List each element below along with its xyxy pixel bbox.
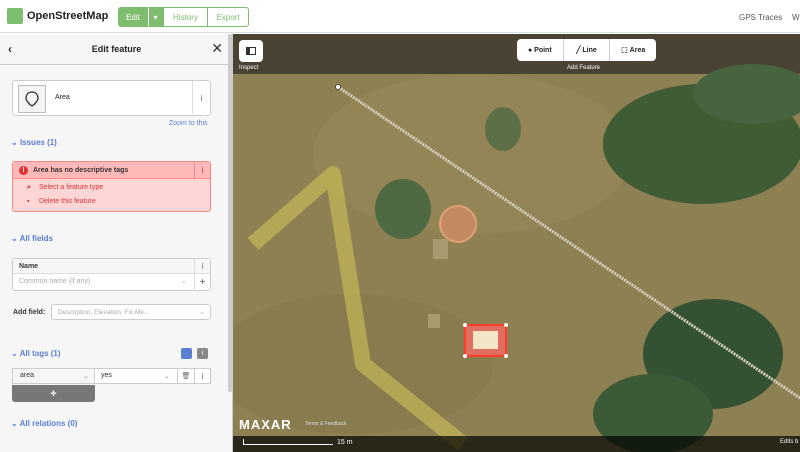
mode-line-label: Line xyxy=(582,46,597,54)
fix-select-label: Select a feature type xyxy=(38,184,104,191)
wiki-link[interactable]: W xyxy=(792,13,800,22)
tag-key-value: area xyxy=(20,372,35,379)
trash-icon: ▪ xyxy=(27,198,30,205)
fix-delete-feature[interactable]: ▪ Delete this feature xyxy=(27,198,96,205)
chevron-down-icon: ⌄ xyxy=(83,373,89,380)
text-view-icon[interactable]: i xyxy=(197,348,208,359)
map-view[interactable]: Inspect ● Point ╱ Line ⬚ Area Add Featur… xyxy=(233,34,800,452)
osm-logo-icon[interactable] xyxy=(7,8,23,24)
name-field: Name i Common name (if any) ⌄ + xyxy=(12,258,211,291)
add-feature-label: Add Feature xyxy=(567,65,601,71)
fix-select-feature-type[interactable]: ⌕ Select a feature type xyxy=(27,184,103,192)
add-tag-button[interactable]: + xyxy=(12,385,95,402)
chevron-down-icon: ⌄ xyxy=(11,138,18,147)
site-title[interactable]: OpenStreetMap xyxy=(27,10,108,22)
add-feature-toolbar: ● Point ╱ Line ⬚ Area xyxy=(517,39,656,61)
inspect-label: Inspect xyxy=(239,65,259,71)
tag-info-button[interactable]: i xyxy=(194,369,210,383)
name-info-button[interactable]: i xyxy=(194,259,210,274)
tag-value-input[interactable]: yes xyxy=(101,372,112,379)
preset-info-button[interactable]: i xyxy=(192,81,210,115)
gps-traces-link[interactable]: GPS Traces xyxy=(739,13,782,22)
all-fields-section-toggle[interactable]: ⌄ All fields xyxy=(11,234,53,243)
chevron-down-icon: ⌄ xyxy=(11,234,18,243)
chevron-down-icon[interactable]: ⌄ xyxy=(181,277,187,285)
add-field-input[interactable]: Description, Elevation, Fix Me... ⌄ xyxy=(51,304,211,320)
list-view-icon[interactable] xyxy=(181,348,192,359)
name-input[interactable]: Common name (if any) xyxy=(19,278,90,285)
feature-editor-sidebar: ‹ Edit feature ✕ Area i Zoom to this ⌄ I… xyxy=(0,34,233,452)
fix-delete-label: Delete this feature xyxy=(38,198,96,205)
preset-selector[interactable]: Area i xyxy=(12,80,211,116)
all-tags-label: All tags (1) xyxy=(19,349,61,358)
all-relations-section-toggle[interactable]: ⌄ All relations (0) xyxy=(11,419,77,428)
area-icon: ⬚ xyxy=(621,47,630,54)
tag-key-input[interactable]: area ⌄ xyxy=(13,369,95,383)
issues-section-label: Issues (1) xyxy=(19,138,57,147)
issue-message: Area has no descriptive tags xyxy=(33,167,129,174)
imagery-attribution-logo: MAXAR xyxy=(239,417,292,432)
sidebar-scrollbar[interactable] xyxy=(228,34,232,392)
name-label-row: Name i xyxy=(13,259,210,274)
tag-row: area ⌄ yes ⌄ 🗑 i xyxy=(12,368,211,384)
terms-feedback-link[interactable]: Terms & Feedback xyxy=(305,421,347,427)
edits-label[interactable]: Edits b xyxy=(780,439,798,445)
add-field-placeholder: Description, Elevation, Fix Me... xyxy=(58,309,150,316)
chevron-down-icon: ⌄ xyxy=(164,373,170,380)
issue-row[interactable]: ! Area has no descriptive tags i xyxy=(13,162,210,179)
search-icon: ⌕ xyxy=(27,184,31,191)
sidebar-header: ‹ Edit feature ✕ xyxy=(0,34,232,65)
scale-label: 15 m xyxy=(337,439,353,446)
chevron-down-icon: ⌄ xyxy=(11,419,18,428)
close-button[interactable]: ✕ xyxy=(211,40,223,57)
all-relations-label: All relations (0) xyxy=(19,419,78,428)
issue-panel: ! Area has no descriptive tags i ⌕ Selec… xyxy=(12,161,211,212)
export-button[interactable]: Export xyxy=(207,7,249,27)
add-localized-name-button[interactable]: + xyxy=(194,274,210,290)
zoom-to-link[interactable]: Zoom to this xyxy=(169,120,208,127)
mode-point-label: Point xyxy=(534,46,552,54)
name-label: Name xyxy=(19,263,39,270)
sidebar-toggle-icon xyxy=(246,47,256,55)
error-icon: ! xyxy=(19,166,28,175)
chevron-down-icon: ⌄ xyxy=(11,349,18,358)
add-area-button[interactable]: ⬚ Area xyxy=(610,39,656,61)
map-footer: 15 m Edits b xyxy=(233,436,800,452)
all-tags-section-toggle[interactable]: ⌄ All tags (1) xyxy=(11,349,61,358)
delete-tag-button[interactable]: 🗑 xyxy=(177,369,194,383)
area-preset-icon xyxy=(18,85,46,113)
inspect-panel-button[interactable] xyxy=(239,40,263,62)
chevron-down-icon: ⌄ xyxy=(199,309,205,316)
sidebar-title: Edit feature xyxy=(91,44,142,54)
top-bar: OpenStreetMap Edit ▾ History Export GPS … xyxy=(0,0,800,33)
scale-bar[interactable] xyxy=(243,439,333,445)
mode-area-label: Area xyxy=(629,46,646,54)
add-field-label: Add field: xyxy=(13,309,46,316)
add-line-button[interactable]: ╱ Line xyxy=(564,39,611,61)
issues-section-toggle[interactable]: ⌄ Issues (1) xyxy=(11,138,57,147)
edit-button[interactable]: Edit xyxy=(118,7,148,27)
all-fields-label: All fields xyxy=(19,234,53,243)
satellite-imagery xyxy=(233,34,800,452)
issue-info-button[interactable]: i xyxy=(194,162,210,179)
history-button[interactable]: History xyxy=(163,7,208,27)
preset-name: Area xyxy=(55,94,70,101)
edit-dropdown-button[interactable]: ▾ xyxy=(148,7,163,27)
add-point-button[interactable]: ● Point xyxy=(517,39,564,61)
